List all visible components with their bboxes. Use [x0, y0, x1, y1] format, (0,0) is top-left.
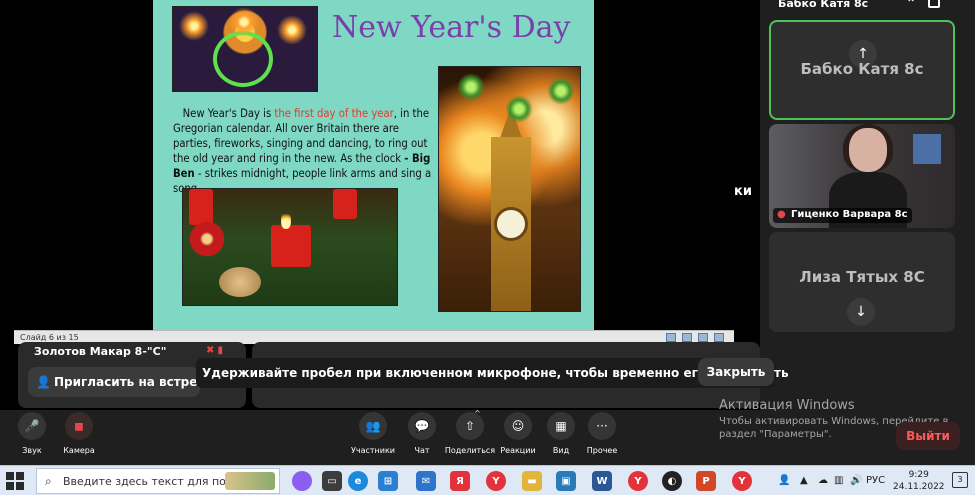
search-icon: ⌕ — [45, 474, 52, 488]
highlight-text: the first day of the year — [274, 107, 394, 120]
tray-app-icon[interactable]: ▲ — [800, 475, 808, 486]
participant-name: Золотов Макар 8-"С" — [34, 345, 167, 358]
store-icon[interactable]: ⊞ — [378, 471, 398, 491]
cloud-icon[interactable]: ☁ — [818, 475, 828, 486]
candle-wreath-image — [182, 188, 398, 306]
layout-icon: ▦ — [547, 412, 575, 440]
fireworks-image — [172, 6, 318, 92]
mic-off-icon: ✖ ▮ — [206, 345, 224, 356]
windows-taskbar: ⌕ Введите здесь текст для поиска ▭ e ⊞ ✉… — [0, 465, 975, 495]
big-ben-image — [438, 66, 581, 312]
smile-icon: ☺ — [504, 412, 532, 440]
edge-icon[interactable]: e — [348, 471, 368, 491]
participants-control[interactable]: 👥 Участники — [347, 412, 399, 455]
chat-icon: 💬 — [408, 412, 436, 440]
normal-view-icon[interactable] — [666, 333, 676, 342]
speaker-panel-header: Бабко Катя 8с ⌃ — [770, 0, 975, 14]
tile-name: Бабко Катя 8с — [800, 60, 924, 78]
participant-video-tile[interactable]: ● Гиценко Варвара 8с — [769, 124, 955, 228]
mic-off-icon: ● — [777, 209, 786, 220]
meeting-window: New Year's Day New Year's Day is the fir… — [0, 0, 975, 495]
yandex-browser-icon[interactable]: Y — [732, 471, 752, 491]
yandex-icon[interactable]: Я — [450, 471, 470, 491]
word-icon[interactable]: W — [592, 471, 612, 491]
task-view-icon[interactable]: ▭ — [322, 471, 342, 491]
sorter-view-icon[interactable] — [682, 333, 692, 342]
mail-icon[interactable]: ✉ — [416, 471, 436, 491]
taskbar-search-input[interactable]: ⌕ Введите здесь текст для поиска — [36, 468, 280, 494]
people-icon: 👥 — [359, 412, 387, 440]
close-hint-button[interactable]: Закрыть — [698, 358, 774, 386]
camera-off-icon: ◼ — [65, 412, 93, 440]
more-control[interactable]: ··· Прочее — [576, 412, 628, 455]
yandex-browser-icon[interactable]: Y — [628, 471, 648, 491]
slideshow-icon[interactable] — [714, 333, 724, 342]
user-icon[interactable]: 👤 — [778, 475, 790, 486]
share-control[interactable]: ⇧ ^ Поделиться — [444, 409, 496, 455]
tile-name: Лиза Тятых 8С — [799, 268, 925, 286]
language-indicator[interactable]: РУС — [866, 475, 885, 486]
camera-control[interactable]: ◼ Камера — [53, 412, 105, 455]
chat-control[interactable]: 💬 Чат — [396, 412, 448, 455]
speaker-name: Бабко Катя 8с — [778, 0, 869, 10]
picture-in-picture-icon[interactable] — [928, 0, 940, 8]
microphone-icon: 🎤 — [18, 412, 46, 440]
slide-title: New Year's Day — [332, 10, 571, 45]
yandex-browser-icon[interactable]: Y — [486, 471, 506, 491]
app-circle-icon[interactable]: ◐ — [662, 471, 682, 491]
participant-tile[interactable]: ↑ Бабко Катя 8с — [769, 20, 955, 120]
alice-icon[interactable] — [292, 471, 312, 491]
app-icon[interactable]: ▣ — [556, 471, 576, 491]
chevron-up-icon[interactable]: ⌃ — [906, 0, 916, 10]
windows-start-icon[interactable] — [6, 472, 24, 490]
taskbar-clock[interactable]: 9:29 24.11.2022 — [893, 469, 945, 493]
search-highlight-image — [225, 472, 275, 490]
powerpoint-icon[interactable]: P — [696, 471, 716, 491]
partial-label: ки — [734, 184, 752, 199]
leave-button[interactable]: Выйти — [896, 422, 960, 450]
notifications-icon[interactable]: 3 — [952, 472, 968, 488]
invite-button[interactable]: 👤 Пригласить на встре — [28, 367, 200, 397]
add-user-icon: 👤 — [36, 375, 51, 389]
reading-view-icon[interactable] — [698, 333, 708, 342]
arrow-down-icon[interactable]: ↓ — [847, 298, 875, 326]
explorer-icon[interactable]: ▬ — [522, 471, 542, 491]
slide-counter: Слайд 6 из 15 — [20, 333, 79, 342]
video-name-label: ● Гиценко Варвара 8с — [773, 208, 912, 223]
sound-control[interactable]: 🎤 Звук — [6, 412, 58, 455]
volume-icon[interactable]: 🔊 — [850, 475, 862, 486]
more-icon: ··· — [588, 412, 616, 440]
slide-body-text: New Year's Day is the first day of the y… — [173, 107, 432, 195]
chevron-up-icon: ^ — [474, 409, 481, 418]
participant-tile[interactable]: Лиза Тятых 8С ↓ — [769, 232, 955, 332]
network-icon[interactable]: ▥ — [834, 475, 843, 486]
mic-hint-banner: Удерживайте пробел при включенном микроф… — [196, 358, 789, 388]
